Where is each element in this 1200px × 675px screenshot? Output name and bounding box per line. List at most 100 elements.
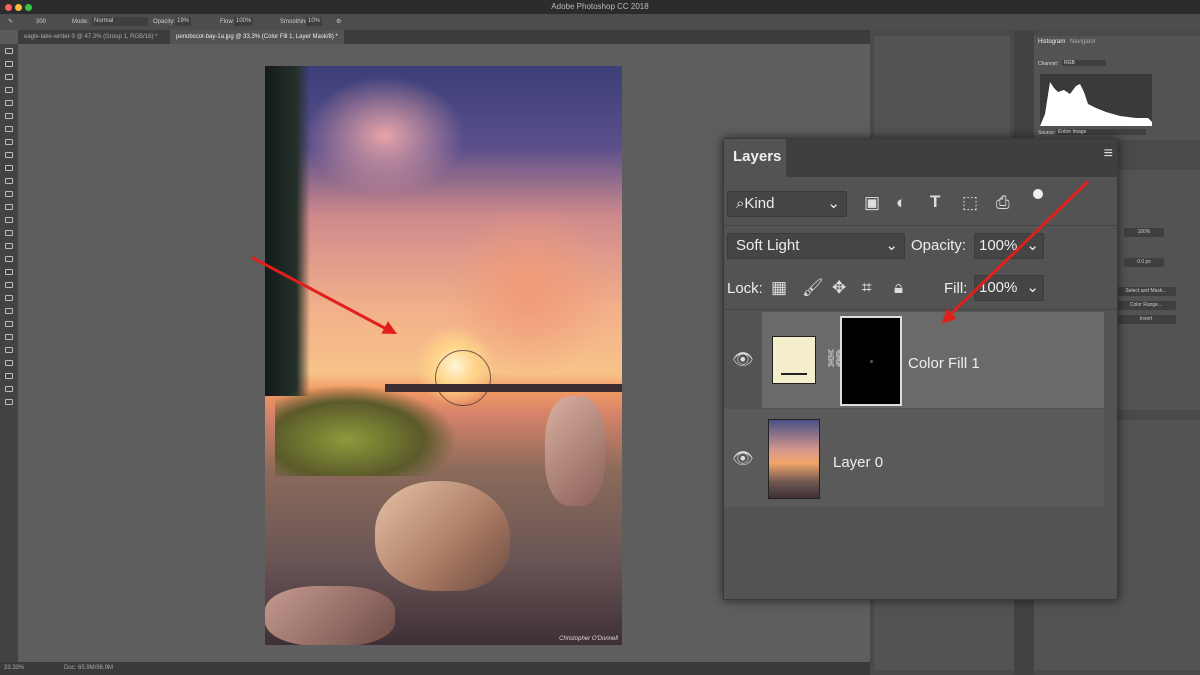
fill-label: Fill: (944, 280, 968, 297)
tool-icon[interactable] (5, 269, 13, 275)
layer-0-thumbnail[interactable] (768, 419, 820, 499)
fill-icon (781, 373, 807, 379)
document-image[interactable]: Christopher O'Donnell (265, 66, 622, 645)
feather-field[interactable]: 0.0 px (1124, 258, 1164, 267)
tool-icon[interactable] (5, 204, 13, 210)
color-range-button[interactable]: Color Range... (1116, 301, 1176, 310)
eye-icon[interactable]: 👁︎ (732, 449, 754, 469)
lock-all-icon[interactable]: 🔒︎ (894, 278, 903, 298)
flow-field[interactable]: 100% (234, 17, 254, 26)
status-bar: 33.33% Doc: 65.9M/98.9M (0, 662, 870, 675)
layer-name[interactable]: Layer 0 (833, 454, 883, 471)
tool-icon[interactable] (5, 217, 13, 223)
tool-icon[interactable] (5, 282, 13, 288)
tool-icon[interactable] (5, 113, 13, 119)
density-field[interactable]: 100% (1124, 228, 1164, 237)
invert-button[interactable]: Invert (1116, 315, 1176, 324)
shape-filter-icon[interactable]: ⬚ (962, 193, 978, 213)
tool-icon[interactable] (5, 256, 13, 262)
lock-position-icon[interactable]: ✥ (832, 278, 846, 298)
tool-icon[interactable] (5, 386, 13, 392)
chevron-down-icon: ⌄ (1026, 279, 1039, 296)
title-bar: Adobe Photoshop CC 2018 (0, 0, 1200, 14)
tool-icon[interactable] (5, 373, 13, 379)
tool-icon[interactable] (5, 126, 13, 132)
blend-mode-value: Soft Light (736, 237, 800, 254)
tool-icon[interactable] (5, 139, 13, 145)
flow-label: Flow: (220, 19, 235, 25)
tool-icon[interactable] (5, 165, 13, 171)
source-label: Source: (1038, 130, 1056, 136)
opacity-field[interactable]: 19% (175, 17, 192, 26)
tool-icon[interactable] (5, 347, 13, 353)
image-filter-icon[interactable]: ▣ (864, 193, 880, 213)
chevron-down-icon: ⌄ (885, 237, 898, 254)
brush-tool-icon[interactable]: ✎ (8, 14, 13, 30)
signature: Christopher O'Donnell (559, 636, 618, 642)
tool-icon[interactable] (5, 48, 13, 54)
gear-icon[interactable]: ⚙ (336, 14, 341, 30)
source-select[interactable]: Entire Image (1056, 129, 1146, 135)
channel-select[interactable]: RGB (1062, 60, 1106, 66)
histogram-graph (1040, 74, 1152, 126)
tool-icon[interactable] (5, 152, 13, 158)
tool-icon[interactable] (5, 308, 13, 314)
eye-icon[interactable]: 👁︎ (732, 350, 754, 370)
tool-icon[interactable] (5, 100, 13, 106)
lock-image-pixels-icon[interactable]: 🖌︎ (802, 278, 824, 298)
adjustment-filter-icon[interactable]: ◐ (896, 193, 906, 213)
mode-label: Mode: (72, 19, 89, 25)
close-window-button[interactable] (5, 4, 12, 11)
layers-panel-header: Layers ≡ (724, 139, 1117, 177)
rock (545, 396, 605, 506)
layer-mask-thumbnail[interactable] (840, 316, 902, 406)
divider (724, 309, 1117, 310)
zoom-window-button[interactable] (25, 4, 32, 11)
tab-navigator[interactable]: Navigator (1070, 39, 1096, 45)
tool-icon[interactable] (5, 230, 13, 236)
tool-icon[interactable] (5, 191, 13, 197)
tool-icon[interactable] (5, 87, 13, 93)
opacity-label: Opacity: (153, 19, 176, 25)
cloud (305, 76, 465, 196)
lock-artboard-icon[interactable]: ⌗ (862, 278, 872, 298)
divider (724, 225, 1117, 226)
tool-icon[interactable] (5, 178, 13, 184)
window-title: Adobe Photoshop CC 2018 (551, 2, 649, 11)
tab-layers[interactable]: Layers (724, 139, 786, 177)
smart-object-filter-icon[interactable]: ⎙ (996, 193, 1010, 213)
select-and-mask-button[interactable]: Select and Mask... (1116, 287, 1176, 296)
brush-size[interactable]: 300 (36, 14, 46, 30)
minimize-window-button[interactable] (15, 4, 22, 11)
type-filter-icon[interactable]: T (930, 192, 940, 212)
color-fill-thumbnail[interactable] (772, 336, 816, 384)
tool-icon[interactable] (5, 334, 13, 340)
tab-eagle-lake[interactable]: eagle-lake-winter-3 @ 47.3% (Group 1, RG… (18, 30, 163, 44)
panel-menu-icon[interactable]: ≡ (1104, 145, 1113, 163)
channel-label: Channel: (1038, 61, 1059, 67)
blend-mode-select[interactable]: Soft Light ⌄ (727, 233, 905, 259)
lock-label: Lock: (727, 280, 763, 297)
mode-select[interactable]: Normal (92, 17, 148, 26)
layer-name[interactable]: Color Fill 1 (908, 355, 980, 372)
filter-kind-value: Kind (744, 195, 775, 212)
tool-icon[interactable] (5, 295, 13, 301)
tool-icon[interactable] (5, 360, 13, 366)
tool-icon[interactable] (5, 243, 13, 249)
zoom-level[interactable]: 33.33% (4, 662, 24, 675)
grass (275, 386, 455, 476)
smoothing-field[interactable]: 10% (306, 17, 323, 26)
filter-toggle[interactable] (1033, 189, 1043, 199)
layers-panel-small (874, 36, 1010, 140)
opacity-label: Opacity: (911, 237, 967, 254)
lock-transparent-pixels-icon[interactable]: ▦ (771, 278, 787, 298)
tool-icon[interactable] (5, 399, 13, 405)
chevron-down-icon: ⌄ (827, 195, 840, 212)
histogram-panel: Histogram Navigator Channel: RGB Source:… (1034, 36, 1200, 140)
tool-icon[interactable] (5, 61, 13, 67)
tool-icon[interactable] (5, 74, 13, 80)
filter-kind-select[interactable]: ⌕Kind ⌄ (727, 191, 847, 217)
tab-histogram[interactable]: Histogram (1038, 39, 1065, 45)
tab-penobscot-bay[interactable]: penobscot-bay-1a.jpg @ 33.3% (Color Fill… (170, 30, 344, 44)
tool-icon[interactable] (5, 321, 13, 327)
